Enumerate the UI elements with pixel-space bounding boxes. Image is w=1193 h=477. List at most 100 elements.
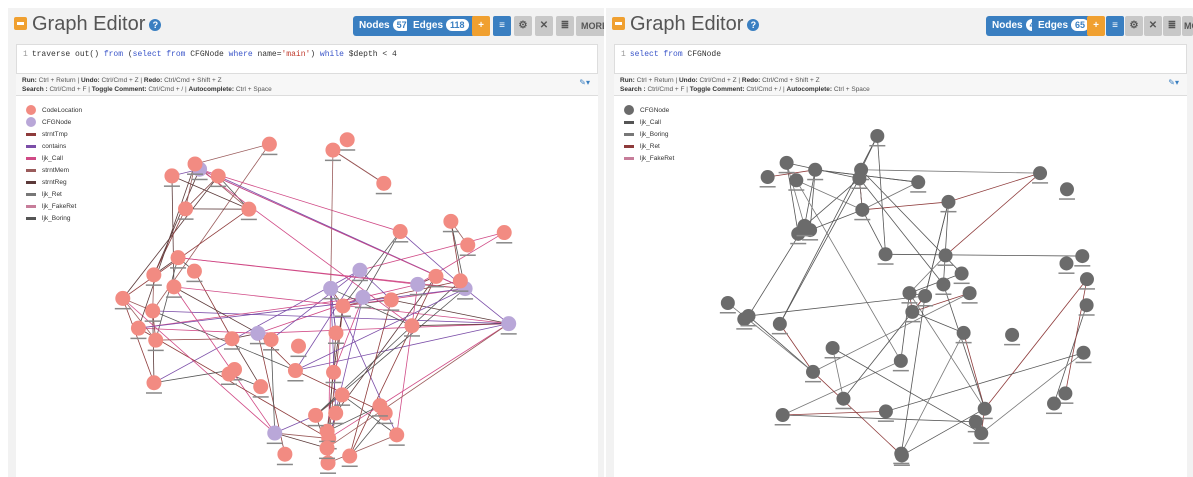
graph-node[interactable] xyxy=(1059,256,1074,271)
graph-node[interactable] xyxy=(1005,327,1020,342)
graph-node[interactable] xyxy=(146,267,162,283)
clear-icon[interactable]: ✕ xyxy=(535,16,553,36)
graph-edge[interactable] xyxy=(945,172,1041,256)
graph-node[interactable] xyxy=(741,308,756,323)
graph-svg-right[interactable] xyxy=(614,96,1187,477)
graph-edge[interactable] xyxy=(748,295,926,317)
graph-edge[interactable] xyxy=(782,411,886,416)
graph-edge[interactable] xyxy=(963,332,986,409)
graph-node[interactable] xyxy=(894,448,909,463)
graph-node[interactable] xyxy=(290,338,306,354)
graph-node[interactable] xyxy=(956,325,971,340)
graph-node[interactable] xyxy=(460,237,476,253)
graph-node[interactable] xyxy=(326,364,342,380)
graph-node[interactable] xyxy=(170,250,186,266)
graph-edge[interactable] xyxy=(178,257,418,285)
graph-edge[interactable] xyxy=(984,278,1088,409)
graph-node[interactable] xyxy=(146,375,162,391)
edges-button[interactable]: Edges 65 xyxy=(1032,16,1096,36)
graph-node[interactable] xyxy=(825,340,840,355)
graph-node[interactable] xyxy=(325,142,341,158)
graph-node[interactable] xyxy=(253,379,269,395)
graph-edge[interactable] xyxy=(861,209,886,255)
graph-node[interactable] xyxy=(893,353,908,368)
legend-item[interactable]: CFGNode xyxy=(26,116,82,128)
graph-node[interactable] xyxy=(115,290,131,306)
graph-node[interactable] xyxy=(186,263,202,279)
graph-node[interactable] xyxy=(902,286,917,301)
graph-edge[interactable] xyxy=(122,298,276,434)
graph-node[interactable] xyxy=(355,289,371,305)
graph-edge[interactable] xyxy=(138,296,363,329)
graph-node[interactable] xyxy=(443,213,459,229)
graph-edge[interactable] xyxy=(885,253,1083,257)
legend-item[interactable]: strntMem xyxy=(26,164,82,176)
graph-node[interactable] xyxy=(376,175,392,191)
graph-edge[interactable] xyxy=(194,143,270,165)
wrench-icon[interactable]: ✎▾ xyxy=(1168,78,1179,87)
graph-node[interactable] xyxy=(836,391,851,406)
graph-edge[interactable] xyxy=(861,169,1041,174)
graph-node[interactable] xyxy=(808,162,823,177)
graph-node[interactable] xyxy=(1058,386,1073,401)
graph-edge[interactable] xyxy=(122,208,250,299)
graph-node[interactable] xyxy=(392,224,408,240)
graph-node[interactable] xyxy=(383,292,399,308)
graph-edge[interactable] xyxy=(943,201,949,285)
graph-node[interactable] xyxy=(323,280,339,296)
graph-node[interactable] xyxy=(267,425,283,441)
graph-node[interactable] xyxy=(352,262,368,278)
more-button[interactable]: MORE ▾ xyxy=(576,16,604,36)
graph-node[interactable] xyxy=(855,202,870,217)
graph-node[interactable] xyxy=(130,320,146,336)
graph-node[interactable] xyxy=(918,289,933,304)
menu-icon[interactable]: ≣ xyxy=(556,16,574,36)
graph-node[interactable] xyxy=(806,364,821,379)
graph-node[interactable] xyxy=(779,155,794,170)
graph-edge[interactable] xyxy=(779,178,860,325)
graph-edge[interactable] xyxy=(948,172,1041,203)
graph-node[interactable] xyxy=(954,266,969,281)
menu-icon[interactable]: ≣ xyxy=(1163,16,1181,36)
graph-node[interactable] xyxy=(428,268,444,284)
graph-edge[interactable] xyxy=(270,339,276,434)
graph-node[interactable] xyxy=(372,398,388,414)
graph-node[interactable] xyxy=(936,277,951,292)
graph-node[interactable] xyxy=(261,136,277,152)
legend-item[interactable]: strntReg xyxy=(26,176,82,188)
graph-node[interactable] xyxy=(339,132,355,148)
graph-node[interactable] xyxy=(1079,272,1094,287)
legend-item[interactable]: strntTmp xyxy=(26,128,82,140)
graph-node[interactable] xyxy=(772,316,787,331)
wrench-icon[interactable]: ✎▾ xyxy=(579,78,590,87)
graph-node[interactable] xyxy=(974,426,989,441)
graph-node[interactable] xyxy=(263,332,279,348)
legend-item[interactable]: ljk_Ret xyxy=(26,188,82,200)
graph-node[interactable] xyxy=(166,279,182,295)
graph-node[interactable] xyxy=(852,171,867,186)
graph-node[interactable] xyxy=(328,405,344,421)
graph-edge[interactable] xyxy=(173,286,276,434)
graph-node[interactable] xyxy=(797,218,812,233)
legend-item[interactable]: contains xyxy=(26,140,82,152)
edges-button[interactable]: Edges 118 xyxy=(407,16,475,36)
graph-node[interactable] xyxy=(241,201,257,217)
graph-node[interactable] xyxy=(404,318,420,334)
graph-edge[interactable] xyxy=(396,284,419,435)
graph-edge[interactable] xyxy=(876,135,886,255)
graph-node[interactable] xyxy=(250,325,266,341)
legend-item[interactable]: ljk_FakeRet xyxy=(26,200,82,212)
add-icon[interactable]: + xyxy=(472,16,490,36)
query-editor[interactable]: 1 select from CFGNode xyxy=(614,44,1187,74)
graph-node[interactable] xyxy=(941,194,956,209)
legend-item[interactable]: ljk_Call xyxy=(26,152,82,164)
graph-node[interactable] xyxy=(1047,396,1062,411)
graph-edge[interactable] xyxy=(173,286,259,334)
graph-node[interactable] xyxy=(501,316,517,332)
graph-node[interactable] xyxy=(328,325,344,341)
settings-icon[interactable]: ⚙ xyxy=(514,16,532,36)
graph-node[interactable] xyxy=(210,168,226,184)
save-icon[interactable]: ≡ xyxy=(1106,16,1124,36)
clear-icon[interactable]: ✕ xyxy=(1144,16,1162,36)
graph-node[interactable] xyxy=(1059,182,1074,197)
